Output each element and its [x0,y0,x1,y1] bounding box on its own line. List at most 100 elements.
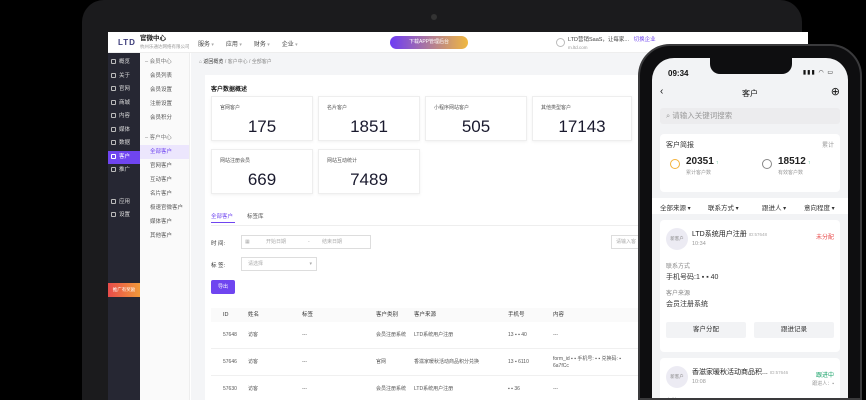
export-button[interactable]: 导出 [211,280,235,294]
filter-contact[interactable]: 联系方式 [708,202,739,212]
stat-value: 17143 [558,117,606,136]
breadcrumb: ⌂ 返回概览 / 客户中心 / 全部客户 [199,59,272,65]
submenu-item-member-points[interactable]: 会员积分 [140,111,189,125]
tab-all-customers[interactable]: 全部客户 [211,212,233,220]
date-range-picker[interactable]: ▦ 开始日期 - 结束日期 [241,235,371,249]
submenu-item-member-settings[interactable]: 会员设置 [140,83,189,97]
submenu-item-card-customers[interactable]: 名片客户 [140,187,189,201]
stat-total-customers: 20351 ↑ 累计客户数 [670,156,718,176]
submenu-group-members[interactable]: – 会员中心 [140,55,189,69]
breadcrumb-current: 全部客户 [251,59,272,65]
nav-apps[interactable]: 应用 [226,39,242,48]
sidebar-item-website[interactable]: 官网 [108,83,140,97]
stat-value: 1851 [350,117,388,136]
stat-value: 7489 [350,170,388,189]
home-icon: ⌂ [199,59,203,65]
sidebar-item-apps[interactable]: 应用 [108,196,140,210]
nav-enterprise[interactable]: 企业 [282,39,298,48]
avatar: 新客户 [666,366,688,388]
tag-label: 标 签: [211,263,226,269]
download-app-banner[interactable]: 下载APP管理后台 [390,36,468,49]
card-title: 香滋家暖秋活动商品积... ID:57646 [692,369,789,376]
sidebar-item-promotion[interactable]: 推广 [108,164,140,178]
date-separator: - [308,239,310,245]
clock-icon [670,159,680,169]
customer-card[interactable]: 新客户 LTD系统用户注册 ID:57648 10:34 未分配 联系方式 手机号… [660,220,840,352]
submenu-item-register-settings[interactable]: 注册设置 [140,97,189,111]
submenu-item-interactive-customers[interactable]: 互动客户 [140,173,189,187]
switch-company-link[interactable]: 切换企业 [634,37,656,43]
add-icon[interactable]: ⊕ [831,85,840,98]
nav-finance[interactable]: 财务 [254,39,270,48]
document-icon [111,113,116,118]
submenu-group-customers[interactable]: – 客户中心 [140,131,189,145]
search-input[interactable]: 请输入客 [611,235,641,249]
panel-title: 客户数据概述 [211,87,248,93]
submenu-item-fast-site-customers[interactable]: 极速官微客户 [140,201,189,215]
brand: 官微中心 杭州乐通达网络有限公司 [140,35,190,51]
assign-customer-button[interactable]: 客户分配 [666,322,746,338]
settings-icon [111,72,116,78]
company-logo-icon [556,38,565,47]
sidebar-item-customers[interactable]: 客户 [108,150,140,164]
source-label: 客户来源 [666,291,691,297]
stat-card-card[interactable]: 名片客户 1851 [318,96,420,141]
stat-card-members[interactable]: 网站注册会员 669 [211,149,313,194]
phone-header: ‹ 客户 ⊕ [652,84,848,104]
end-date-input[interactable]: 结束日期 [322,236,342,248]
logo[interactable]: LTD [118,38,136,47]
stat-card-miniprogram[interactable]: 小程序网站客户 505 [425,96,527,141]
stat-card-website[interactable]: 官网客户 175 [211,96,313,141]
submenu-item-media-customers[interactable]: 媒体客户 [140,215,189,229]
follow-up-records-button[interactable]: 跟进记录 [754,322,834,338]
tag-select[interactable]: 请选择 ▾ [241,257,317,271]
stat-card-interactions[interactable]: 网站互动统计 7489 [318,149,420,194]
globe-icon [111,86,116,91]
promotion-reward-tag[interactable]: 推广有奖励 [108,283,140,297]
tab-tag-library[interactable]: 标签库 [247,212,264,220]
company-name: LTD营销SaaS，让每家... [568,37,630,43]
sidebar-item-content[interactable]: 内容 [108,110,140,124]
filter-follower[interactable]: 跟进人 [762,202,786,212]
top-nav: 服务 应用 财务 企业 [198,39,298,48]
submenu-item-website-customers[interactable]: 官网客户 [140,159,189,173]
breadcrumb-back[interactable]: 返回概览 [203,59,223,65]
breadcrumb-customer-center[interactable]: 客户中心 [228,59,248,65]
sidebar-item-about[interactable]: 关于 [108,70,140,84]
start-date-input[interactable]: 开始日期 [266,236,286,248]
sidebar-item-data[interactable]: 数据 [108,137,140,151]
stat-card-other[interactable]: 其他类型客户 17143 [532,96,632,141]
company-switcher[interactable]: LTD营销SaaS，让每家... 切换企业 m.ltd.com [556,37,656,51]
sidebar-item-media[interactable]: 媒体 [108,124,140,138]
phone-search-input[interactable]: ⌕ 请输入关键词搜索 [660,108,840,124]
contact-value: 手机号码:1 ▪ ▪ 40 [666,274,719,281]
sidebar-item-settings[interactable]: 设置 [108,209,140,223]
filter-source[interactable]: 全部来源 [660,202,691,212]
nav-services[interactable]: 服务 [198,39,214,48]
sidebar-item-mall[interactable]: 商城 [108,97,140,111]
phone-screen: 09:34 ▮▮▮ ◠ ▭ ‹ 客户 ⊕ ⌕ 请输入关键词搜索 客户简报 累计 … [652,58,848,398]
apps-icon [111,198,116,204]
active-tab-indicator [211,222,235,223]
chart-icon [111,140,116,145]
customer-card[interactable]: 新客户 香滋家暖秋活动商品积... ID:57646 10:08 跟进中 跟进人：… [660,358,840,398]
media-icon [111,126,116,132]
shop-icon [111,99,116,105]
submenu-item-all-customers[interactable]: 全部客户 [140,145,189,159]
status-time: 09:34 [668,69,689,78]
customer-brief-card: 客户简报 累计 20351 ↑ 累计客户数 18512 ↑ 有效客户数 [660,134,840,192]
submenu-item-member-list[interactable]: 会员列表 [140,69,189,83]
sidebar-item-overview[interactable]: 概览 [108,56,140,70]
gear-icon [111,212,116,217]
filter-intent[interactable]: 意向程度 [804,202,835,212]
phone-notch [710,58,792,74]
camera-dot [431,14,437,20]
status-icons: ▮▮▮ ◠ ▭ [802,70,834,76]
calendar-icon: ▦ [245,239,250,245]
status-badge: 未分配 [815,235,834,241]
sidebar: 概览 关于 官网 商城 内容 媒体 数据 客户 推广 应用 设置 推广有奖励 [108,53,140,400]
brief-period[interactable]: 累计 [822,140,834,149]
chevron-down-icon: ▾ [309,261,312,267]
phone-frame: 09:34 ▮▮▮ ◠ ▭ ‹ 客户 ⊕ ⌕ 请输入关键词搜索 客户简报 累计 … [638,44,862,400]
submenu-item-other-customers[interactable]: 其他客户 [140,229,189,243]
